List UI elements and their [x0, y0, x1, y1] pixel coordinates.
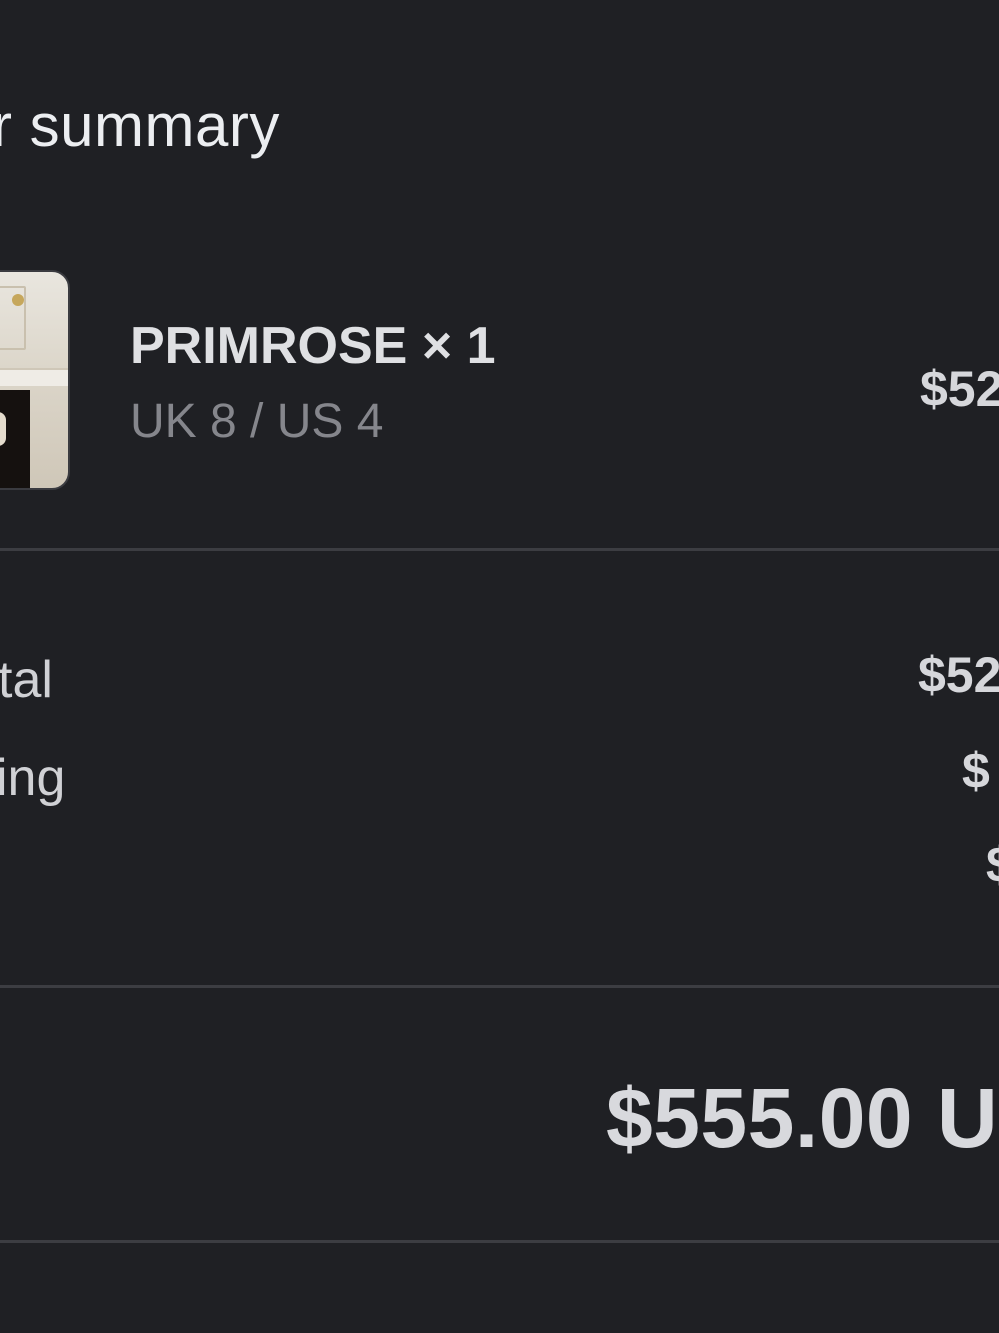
mantel-graphic	[0, 368, 68, 386]
divider-items	[0, 548, 999, 551]
shipping-label: ing	[0, 749, 66, 807]
order-summary-title: r summary	[0, 92, 280, 159]
product-price: $52	[920, 361, 999, 417]
divider-bottom	[0, 1240, 999, 1243]
subtotal-value: $52	[918, 647, 999, 703]
figure-graphic	[0, 412, 6, 446]
divider-totals	[0, 985, 999, 988]
gold-ornament-graphic	[12, 294, 24, 306]
subtotal-label: tal	[0, 651, 53, 709]
tax-value: $	[986, 836, 999, 894]
grand-total-value: $555.00 U	[606, 1071, 999, 1165]
shipping-value: $	[962, 743, 990, 799]
product-thumbnail[interactable]	[0, 270, 70, 490]
product-variant: UK 8 / US 4	[130, 395, 384, 448]
product-name: PRIMROSE × 1	[130, 317, 496, 375]
